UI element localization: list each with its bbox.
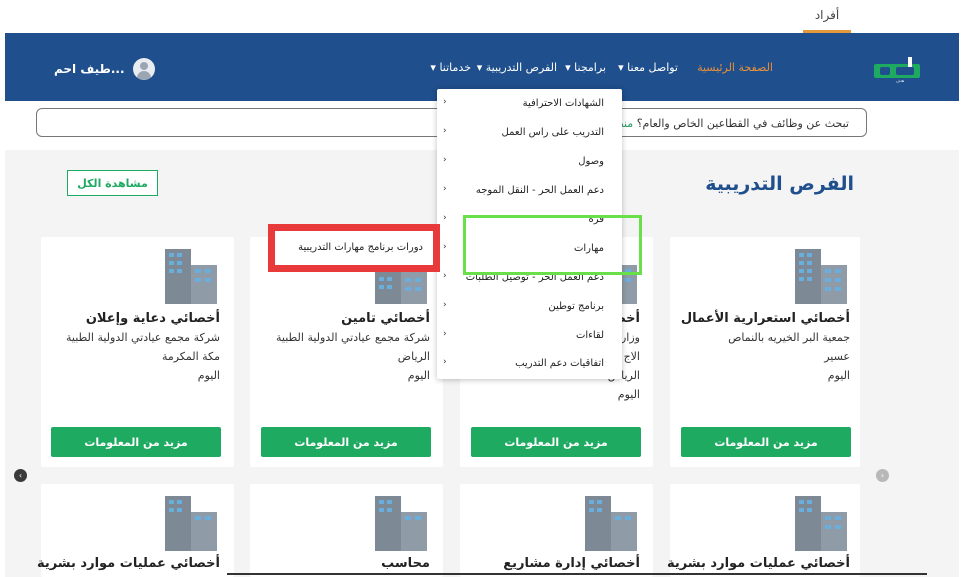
card-location: الرياض [397, 350, 430, 363]
card-date: اليوم [617, 388, 640, 401]
chevron-left-icon: ‹ [443, 357, 447, 367]
divider [227, 573, 927, 575]
announcement-question: تبحث عن وظائف في القطاعين الخاص والعام؟ [636, 117, 849, 130]
card-company-continued: الاج [623, 350, 640, 363]
carousel-prev-icon[interactable]: ‹ [14, 469, 27, 482]
tab-individuals[interactable]: أفراد [803, 0, 851, 33]
view-all-button[interactable]: مشاهدة الكل [67, 170, 158, 196]
chevron-left-icon: ‹ [443, 213, 447, 223]
card-title[interactable]: أخصائي إدارة مشاريع [503, 556, 640, 571]
app-window: { "top_tab": {"label": "أفراد"}, "logo":… [0, 0, 964, 577]
user-menu[interactable]: طيف احم... [54, 58, 155, 80]
chevron-left-icon: ‹ [443, 300, 447, 310]
hadaf-logo-icon: هدف [874, 57, 920, 83]
carousel-next-icon[interactable]: › [876, 469, 889, 482]
more-info-button[interactable]: مزيد من المعلومات [471, 427, 641, 457]
card-company: شركة مجمع عيادتي الدولية الطبية [65, 331, 220, 344]
maharat-submenu[interactable]: دورات برنامج مهارات التدريبية [268, 224, 440, 272]
card-location: مكة المكرمة [161, 350, 220, 363]
announcement-text: تبحث عن وظائف في القطاعين الخاص والعام؟ … [609, 117, 849, 130]
more-info-button[interactable]: مزيد من المعلومات [261, 427, 431, 457]
card-date: اليوم [197, 369, 220, 382]
card-title[interactable]: أخصائي دعاية وإعلان [86, 311, 220, 326]
more-info-button[interactable]: مزيد من المعلومات [681, 427, 851, 457]
section-title: الفرص التدريبية [705, 173, 854, 195]
chevron-left-icon: ‹ [443, 155, 447, 165]
avatar-icon [132, 58, 155, 80]
submenu-item-maharat-courses[interactable]: دورات برنامج مهارات التدريبية [298, 242, 423, 253]
card-location: عسير [824, 350, 850, 363]
card-company: جمعية البر الخيريه بالنماص [728, 331, 850, 344]
chevron-left-icon: ‹ [443, 242, 447, 252]
nav-programs[interactable]: برامجنا ▾ [565, 61, 606, 74]
chevron-left-icon: ‹ [443, 184, 447, 194]
card-date: اليوم [407, 369, 430, 382]
card-title[interactable]: أخصائي تامين [341, 311, 430, 326]
nav-training-opportunities[interactable]: الفرص التدريبية ▾ [477, 61, 557, 74]
building-icon [165, 249, 217, 304]
logo-text: هدف [896, 78, 904, 83]
card-date: اليوم [827, 369, 850, 382]
logo[interactable]: هدف [870, 52, 930, 88]
highlight-box-green [463, 215, 642, 275]
chevron-left-icon: ‹ [443, 271, 447, 281]
building-icon [795, 249, 847, 304]
card-company: شركة مجمع عيادتي الدولية الطبية [275, 331, 430, 344]
building-icon [375, 496, 427, 551]
nav-contact[interactable]: تواصل معنا ▾ [618, 61, 678, 74]
building-icon [585, 496, 637, 551]
card-title[interactable]: أخصائي عمليات موارد بشرية [667, 556, 850, 571]
building-icon [165, 496, 217, 551]
user-name: طيف احم... [54, 62, 125, 76]
chevron-left-icon: ‹ [443, 329, 447, 339]
card-title[interactable]: أخصائي استعرارية الأعمال [681, 311, 850, 326]
nav-home[interactable]: الصفحة الرئيسية [697, 61, 773, 74]
tab-label: أفراد [814, 8, 840, 22]
building-icon [795, 496, 847, 551]
card-title[interactable]: أخصائي عمليات موارد بشرية [37, 556, 220, 571]
chevron-left-icon: ‹ [443, 97, 447, 107]
card-title[interactable]: محاسب [381, 556, 430, 571]
chevron-left-icon: ‹ [443, 126, 447, 136]
more-info-button[interactable]: مزيد من المعلومات [51, 427, 221, 457]
nav-services[interactable]: خدماتنا ▾ [430, 61, 471, 74]
